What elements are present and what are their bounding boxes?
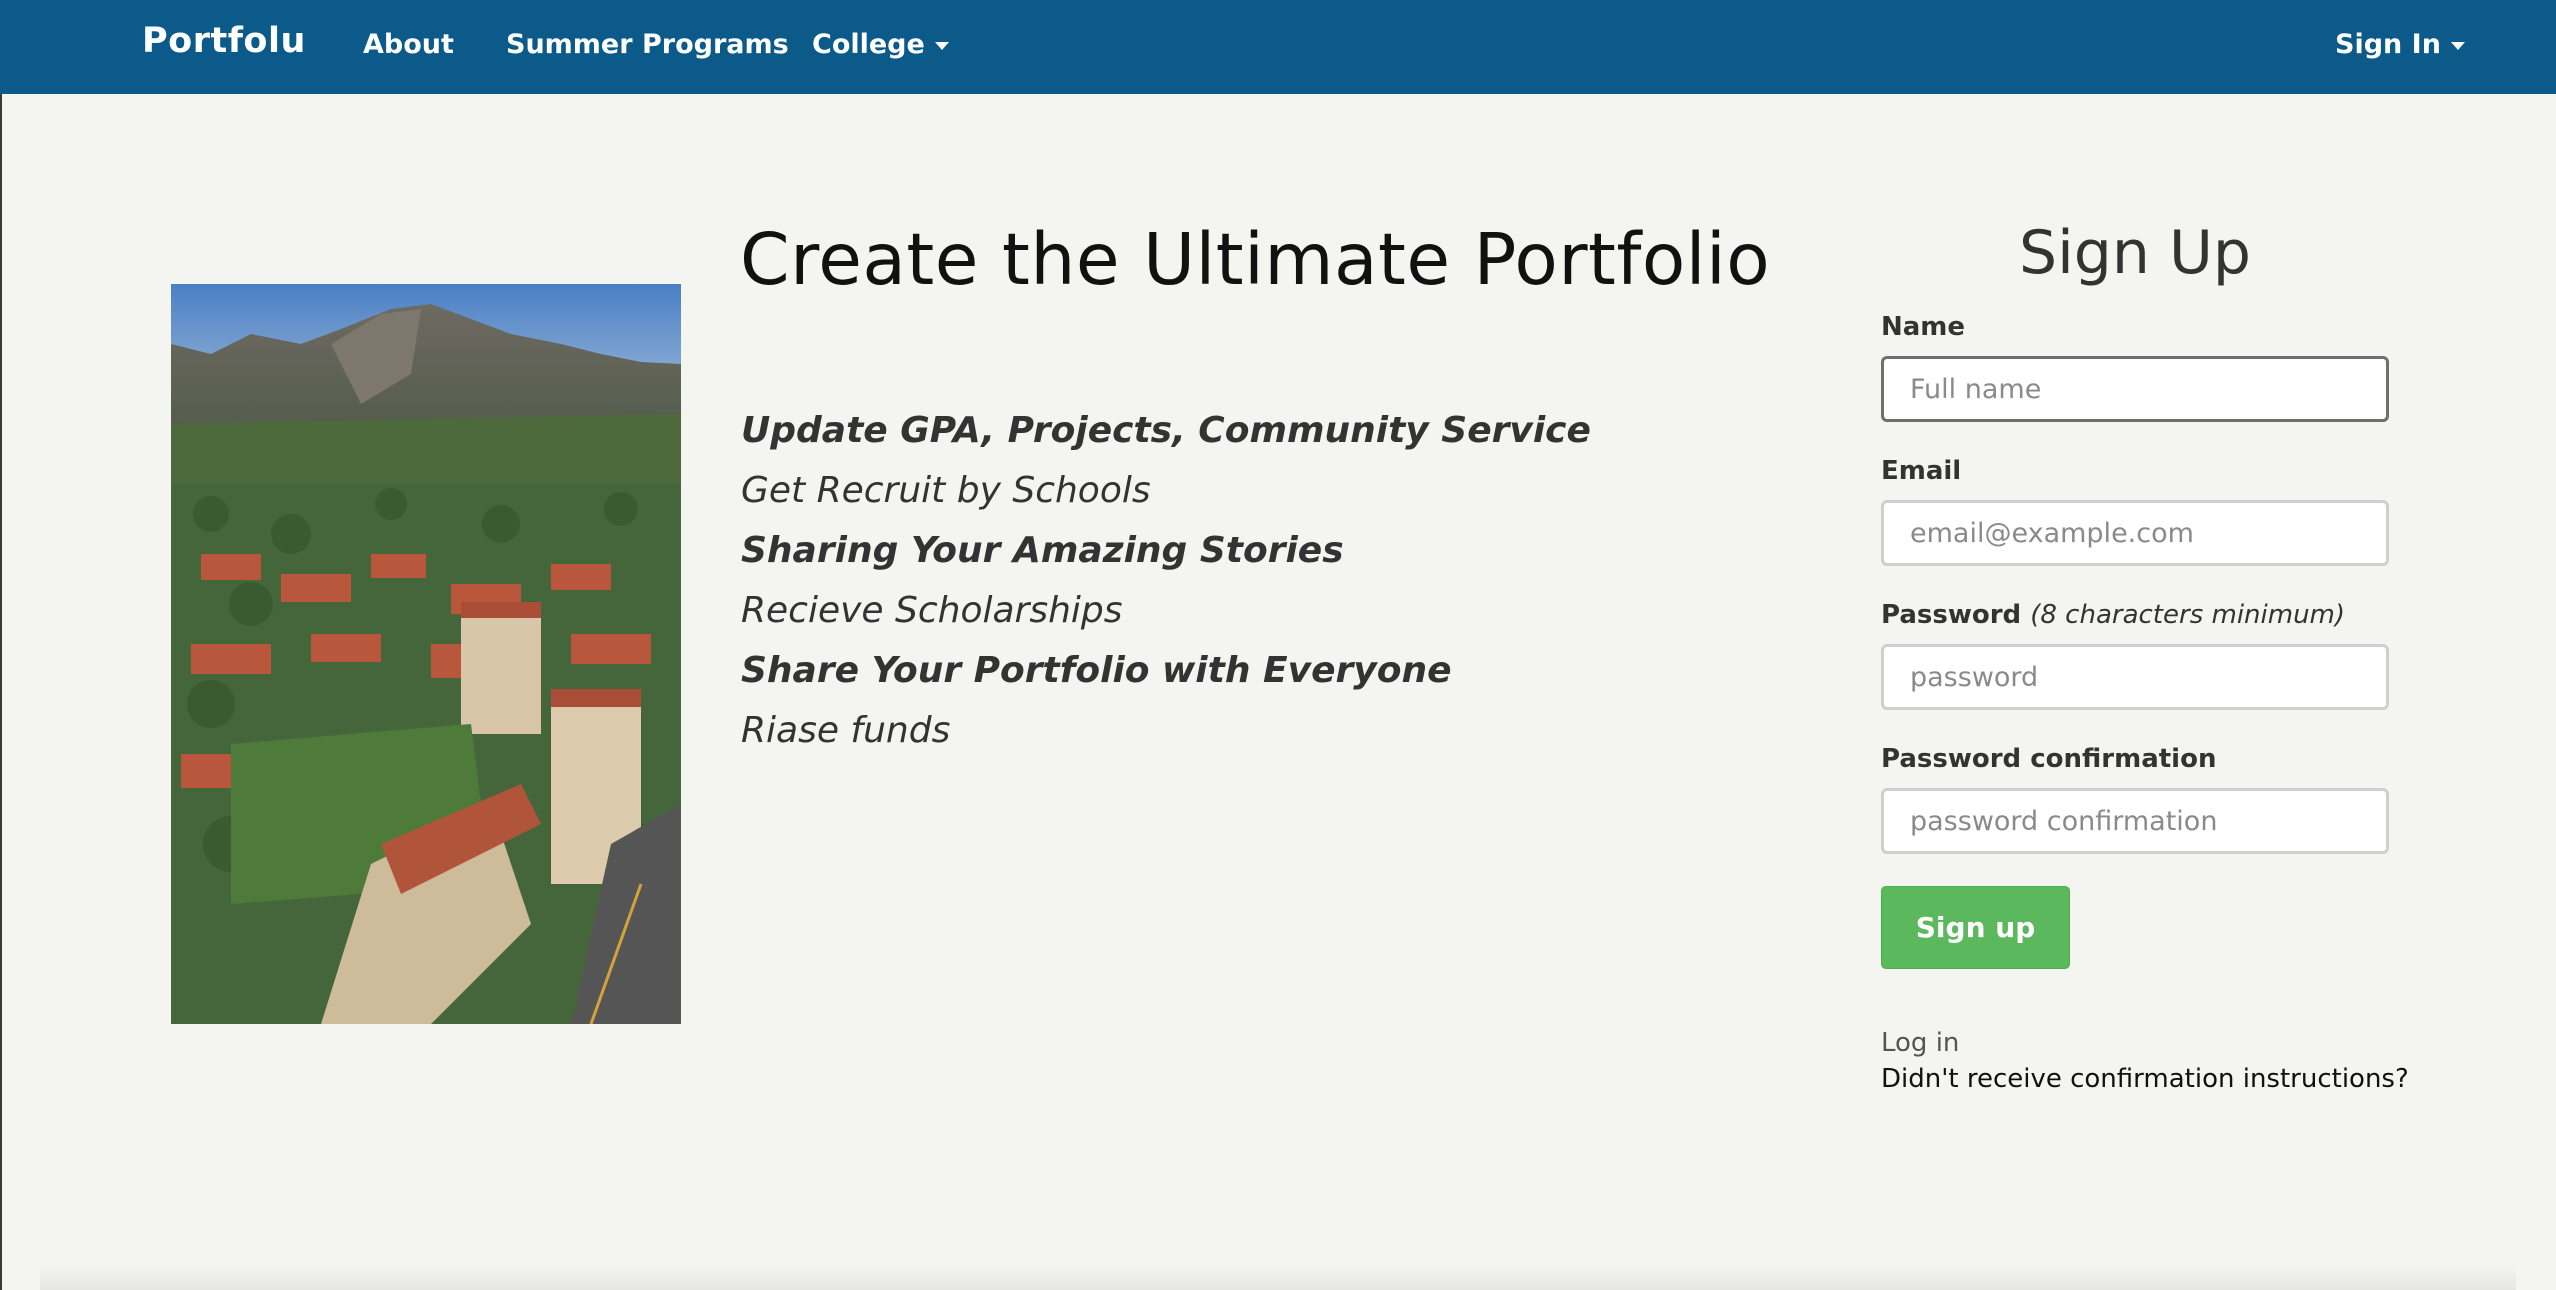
- sign-in-label: Sign In: [2335, 29, 2441, 60]
- page-headline: Create the Ultimate Portfolio: [740, 218, 1771, 301]
- campus-photo: [171, 284, 681, 1024]
- nav-summer-programs-link[interactable]: Summer Programs: [506, 29, 789, 60]
- feature-item: Share Your Portfolio with Everyone: [741, 650, 1452, 691]
- campus-aerial-image: [171, 284, 681, 1024]
- password-field[interactable]: [1881, 644, 2389, 710]
- log-in-link[interactable]: Log in: [1881, 1028, 1959, 1058]
- nav-college-dropdown[interactable]: College: [812, 29, 949, 60]
- name-field[interactable]: [1881, 356, 2389, 422]
- resend-confirmation-link[interactable]: Didn't receive confirmation instructions…: [1881, 1064, 2409, 1094]
- feature-item: Recieve Scholarships: [741, 590, 1123, 631]
- password-confirmation-field[interactable]: [1881, 788, 2389, 854]
- top-navbar: Portfolu About Summer Programs College S…: [0, 0, 2556, 94]
- feature-item: Riase funds: [741, 710, 951, 751]
- password-label: Password (8 characters minimum): [1881, 600, 2345, 630]
- feature-item: Update GPA, Projects, Community Service: [741, 410, 1591, 451]
- name-label: Name: [1881, 312, 1966, 342]
- footer-shadow: [40, 1264, 2516, 1290]
- password-label-text: Password: [1881, 600, 2022, 630]
- password-confirmation-label: Password confirmation: [1881, 744, 2217, 774]
- nav-about-link[interactable]: About: [363, 29, 454, 60]
- email-label: Email: [1881, 456, 1962, 486]
- chevron-down-icon: [934, 41, 949, 50]
- feature-item: Sharing Your Amazing Stories: [741, 530, 1344, 571]
- password-hint: (8 characters minimum): [2030, 600, 2346, 630]
- nav-college-label: College: [812, 29, 925, 60]
- feature-item: Get Recruit by Schools: [741, 470, 1151, 511]
- brand-logo[interactable]: Portfolu: [142, 21, 306, 61]
- window-edge: [0, 0, 2, 1290]
- signup-title: Sign Up: [2019, 218, 2251, 288]
- sign-up-button[interactable]: Sign up: [1881, 886, 2070, 969]
- chevron-down-icon: [2450, 41, 2465, 50]
- sign-in-dropdown[interactable]: Sign In: [2335, 29, 2465, 60]
- email-field[interactable]: [1881, 500, 2389, 566]
- feature-list: Update GPA, Projects, Community Service …: [741, 408, 1591, 768]
